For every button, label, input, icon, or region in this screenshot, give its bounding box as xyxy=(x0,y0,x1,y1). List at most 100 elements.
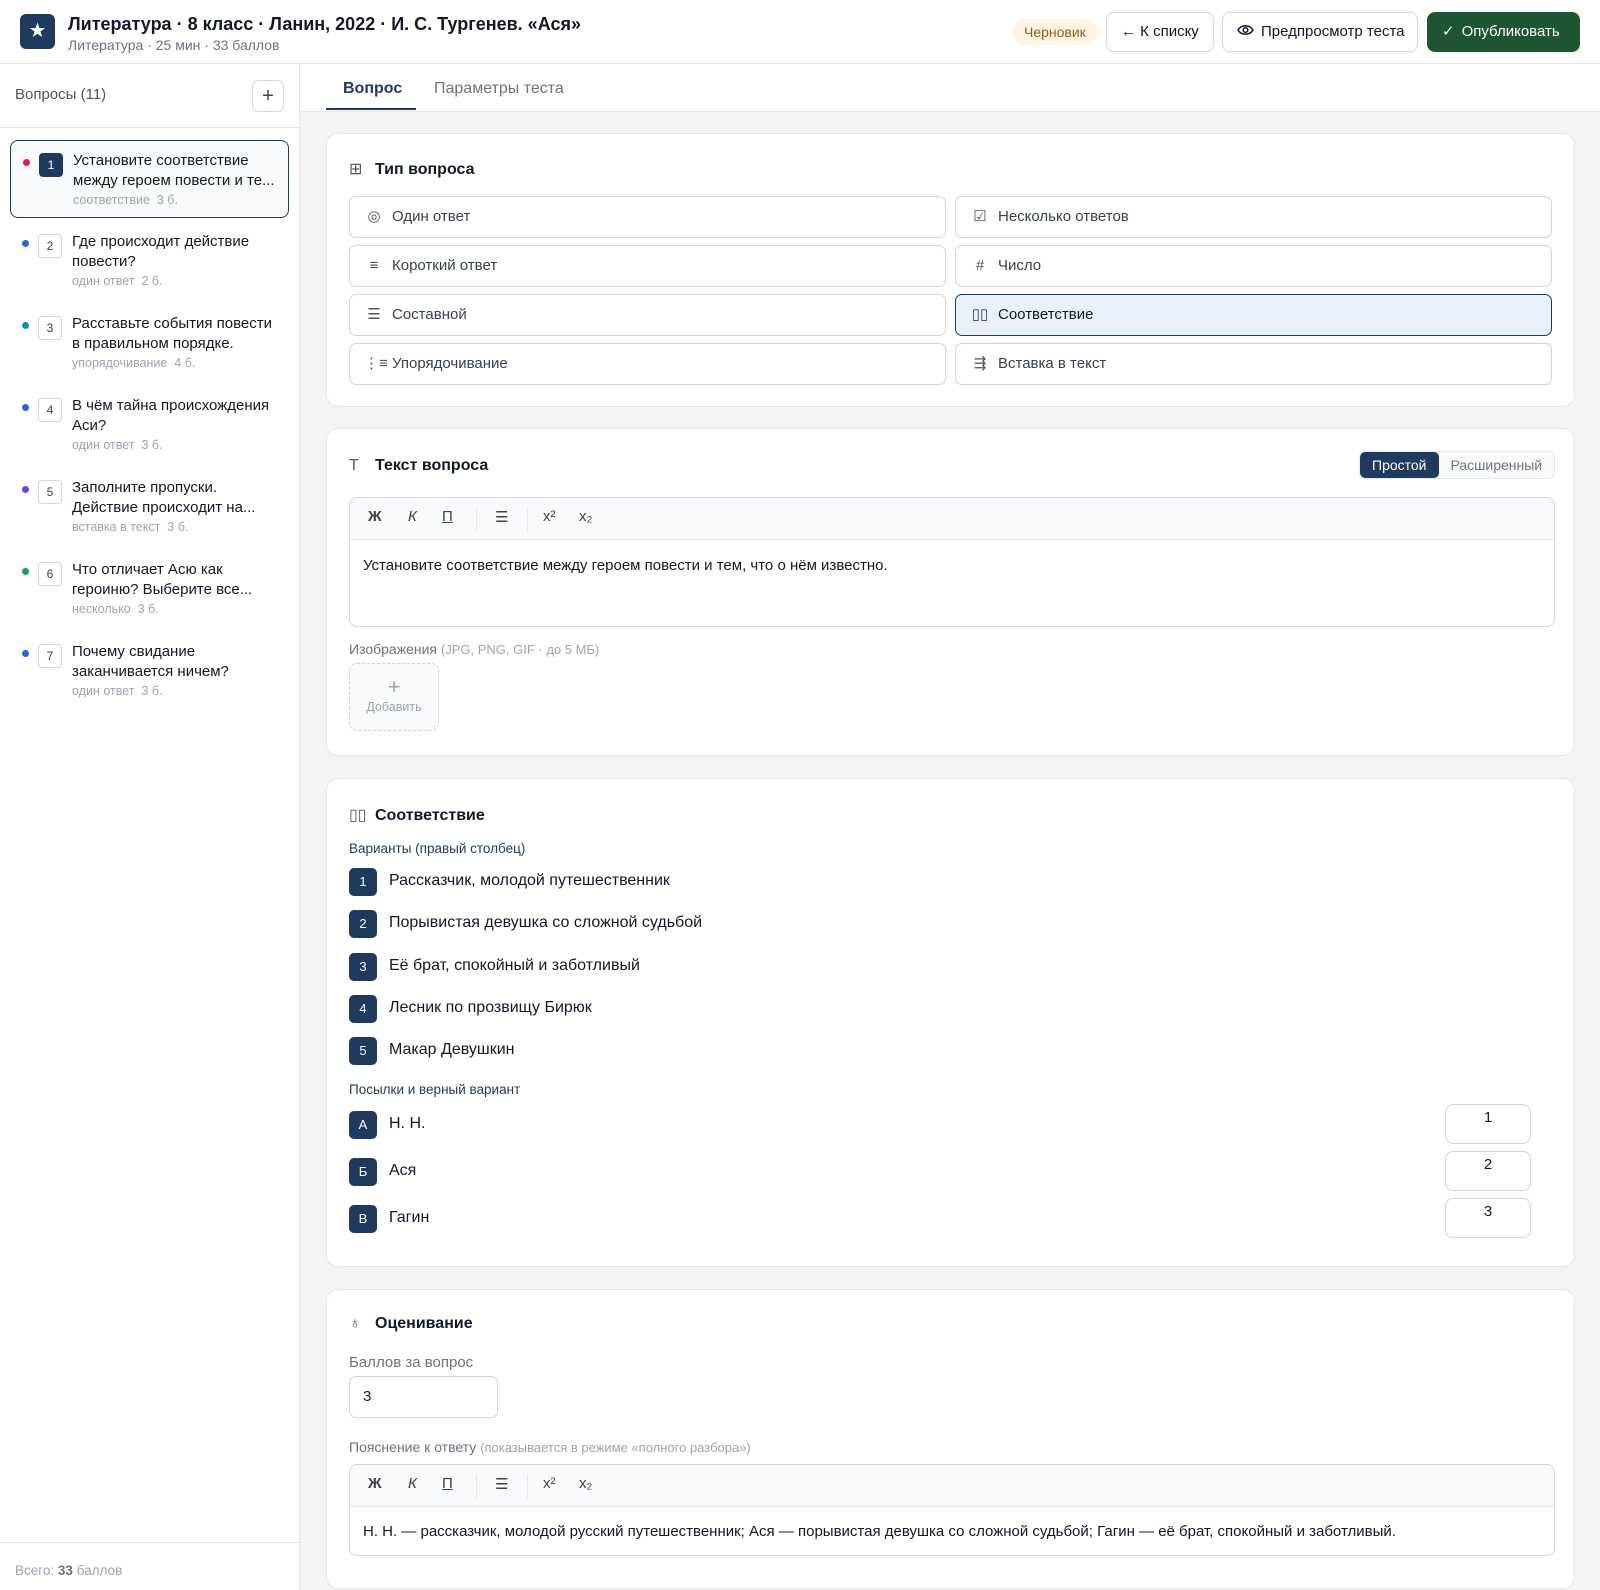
variant-text[interactable]: Порывистая девушка со сложной судьбой xyxy=(389,914,702,932)
type-option-label: Вставка в текст xyxy=(998,355,1107,372)
total-prefix: Всего: xyxy=(15,1563,55,1578)
variant-text[interactable]: Рассказчик, молодой путешественник xyxy=(389,872,670,890)
grading-card: ♁ Оценивание Баллов за вопрос 3 Пояснение… xyxy=(326,1289,1575,1589)
premise-letter: Б xyxy=(349,1158,377,1186)
question-type-card: ⊞ Тип вопроса ◎ Один ответ ☑ Несколько отве… xyxy=(326,133,1575,407)
question-list-item[interactable]: 1 Установите соответствие между героем п… xyxy=(10,140,289,218)
question-list-item[interactable]: 4 В чём тайна происхождения Аси? один от… xyxy=(10,386,289,464)
superscript-button[interactable]: x² xyxy=(543,508,556,525)
premise-text[interactable]: Н. Н. xyxy=(389,1115,425,1133)
question-meta: один ответ 3 б. xyxy=(72,438,163,452)
question-text-content[interactable]: Установите соответствие между героем пов… xyxy=(350,540,1554,592)
question-number: 4 xyxy=(38,398,62,422)
type-option-label: Несколько ответов xyxy=(998,208,1129,225)
question-text: Заполните пропуски. Действие происходит … xyxy=(72,479,256,516)
type-option-compound[interactable]: ☰ Составной xyxy=(349,294,946,336)
preview-test-button[interactable]: Предпросмотр теста xyxy=(1222,12,1418,52)
variant-text[interactable]: Её брат, спокойный и заботливый xyxy=(389,957,640,975)
publish-label: Опубликовать xyxy=(1461,23,1560,40)
tab-test-params[interactable]: Параметры теста xyxy=(434,80,564,98)
list-icon: ☰ xyxy=(367,306,381,323)
publish-button[interactable]: ✓ Опубликовать xyxy=(1427,12,1580,52)
premise-text[interactable]: Ася xyxy=(389,1162,416,1180)
bold-button[interactable]: Ж xyxy=(368,1475,382,1492)
points-input[interactable]: 3 xyxy=(349,1376,498,1418)
toolbar-separator xyxy=(527,1474,528,1498)
question-type: один ответ xyxy=(72,438,135,452)
subscript-button[interactable]: x₂ xyxy=(579,1475,592,1492)
grid-icon: ⊞ xyxy=(349,161,363,178)
question-type: упорядочивание xyxy=(72,356,168,370)
question-list-item[interactable]: 6 Что отличает Асю как героиню? Выберите… xyxy=(10,550,289,628)
superscript-button[interactable]: x² xyxy=(543,1475,556,1492)
explanation-editor: Ж К П ☰ x² x₂ Н. Н. — рассказчик, молодо… xyxy=(349,1464,1555,1556)
variant-text[interactable]: Лесник по прозвищу Бирюк xyxy=(389,999,592,1017)
question-points: 3 б. xyxy=(141,438,163,452)
add-question-button[interactable]: + xyxy=(252,80,284,112)
underline-button[interactable]: П xyxy=(442,1475,453,1492)
type-option-ordering[interactable]: ⋮≡ Упорядочивание xyxy=(349,343,946,385)
question-meta: упорядочивание 4 б. xyxy=(72,356,195,370)
question-points: 3 б. xyxy=(141,684,163,698)
check-icon: ✓ xyxy=(1442,23,1455,40)
underline-button[interactable]: П xyxy=(442,508,453,525)
add-image-button[interactable]: + Добавить xyxy=(349,663,439,731)
variant-number: 4 xyxy=(349,995,377,1023)
status-dot xyxy=(22,240,29,247)
question-points: 4 б. xyxy=(174,356,196,370)
add-image-label: Добавить xyxy=(366,700,422,714)
type-option-label: Соответствие xyxy=(998,306,1094,323)
answer-input[interactable]: 3 xyxy=(1445,1198,1531,1238)
question-list-item[interactable]: 5 Заполните пропуски. Действие происходи… xyxy=(10,468,289,546)
mode-advanced-button[interactable]: Расширенный xyxy=(1439,452,1555,478)
question-type-title-text: Тип вопроса xyxy=(375,161,475,178)
type-option-multiple[interactable]: ☑ Несколько ответов xyxy=(955,196,1552,238)
question-text: Почему свидание заканчивается ничем? xyxy=(72,643,229,680)
columns-icon: ▯▯ xyxy=(971,306,989,323)
subscript-button[interactable]: x₂ xyxy=(579,508,592,525)
list-icon[interactable]: ☰ xyxy=(495,508,508,526)
answer-input[interactable]: 1 xyxy=(1445,1104,1531,1144)
question-number: 3 xyxy=(38,316,62,340)
checkbox-icon: ☑ xyxy=(973,208,987,225)
type-option-number[interactable]: # Число xyxy=(955,245,1552,287)
type-option-matching[interactable]: ▯▯ Соответствие xyxy=(955,294,1552,336)
question-meta: несколько 3 б. xyxy=(72,602,159,616)
question-number: 7 xyxy=(38,644,62,668)
variants-label: Варианты (правый столбец) xyxy=(349,841,526,856)
editor-mode-toggle: Простой Расширенный xyxy=(1359,451,1556,479)
tab-question[interactable]: Вопрос xyxy=(343,80,402,98)
italic-button[interactable]: К xyxy=(408,508,417,525)
type-option-single[interactable]: ◎ Один ответ xyxy=(349,196,946,238)
question-points: 3 б. xyxy=(167,520,189,534)
explanation-hint: (показывается в режиме «полного разбора»… xyxy=(480,1440,751,1455)
list-icon[interactable]: ☰ xyxy=(495,1475,508,1493)
bold-button[interactable]: Ж xyxy=(368,508,382,525)
top-header: ★ Литература · 8 класс · Ланин, 2022 · И… xyxy=(0,0,1600,64)
question-list-item[interactable]: 2 Где происходит действие повести? один … xyxy=(10,222,289,300)
back-to-list-button[interactable]: ← К списку xyxy=(1106,12,1214,52)
question-text: Где происходит действие повести? xyxy=(72,233,250,270)
premise-text[interactable]: Гагин xyxy=(389,1209,429,1227)
question-list-item[interactable]: 3 Расставьте события повести в правильно… xyxy=(10,304,289,382)
toolbar-separator xyxy=(476,507,477,531)
variant-text[interactable]: Макар Девушкин xyxy=(389,1041,515,1059)
type-option-insert[interactable]: ⇶ Вставка в текст xyxy=(955,343,1552,385)
matching-title: ▯▯ Соответствие xyxy=(349,805,485,825)
status-dot xyxy=(22,486,29,493)
total-suffix: баллов xyxy=(76,1563,123,1578)
type-option-label: Число xyxy=(998,257,1042,274)
grading-title: ♁ Оценивание xyxy=(349,1315,473,1333)
question-list-item[interactable]: 7 Почему свидание заканчивается ничем? о… xyxy=(10,632,289,710)
mode-simple-button[interactable]: Простой xyxy=(1360,452,1439,478)
question-type-title: ⊞ Тип вопроса xyxy=(349,159,475,179)
images-label-text: Изображения xyxy=(349,641,437,657)
explanation-content[interactable]: Н. Н. — рассказчик, молодой русский путе… xyxy=(350,1507,1554,1555)
italic-button[interactable]: К xyxy=(408,1475,417,1492)
eye-icon xyxy=(1237,13,1254,51)
question-meta: вставка в текст 3 б. xyxy=(72,520,188,534)
type-option-label: Один ответ xyxy=(392,208,471,225)
variant-number: 3 xyxy=(349,953,377,981)
answer-input[interactable]: 2 xyxy=(1445,1151,1531,1191)
type-option-short[interactable]: ≡ Короткий ответ xyxy=(349,245,946,287)
